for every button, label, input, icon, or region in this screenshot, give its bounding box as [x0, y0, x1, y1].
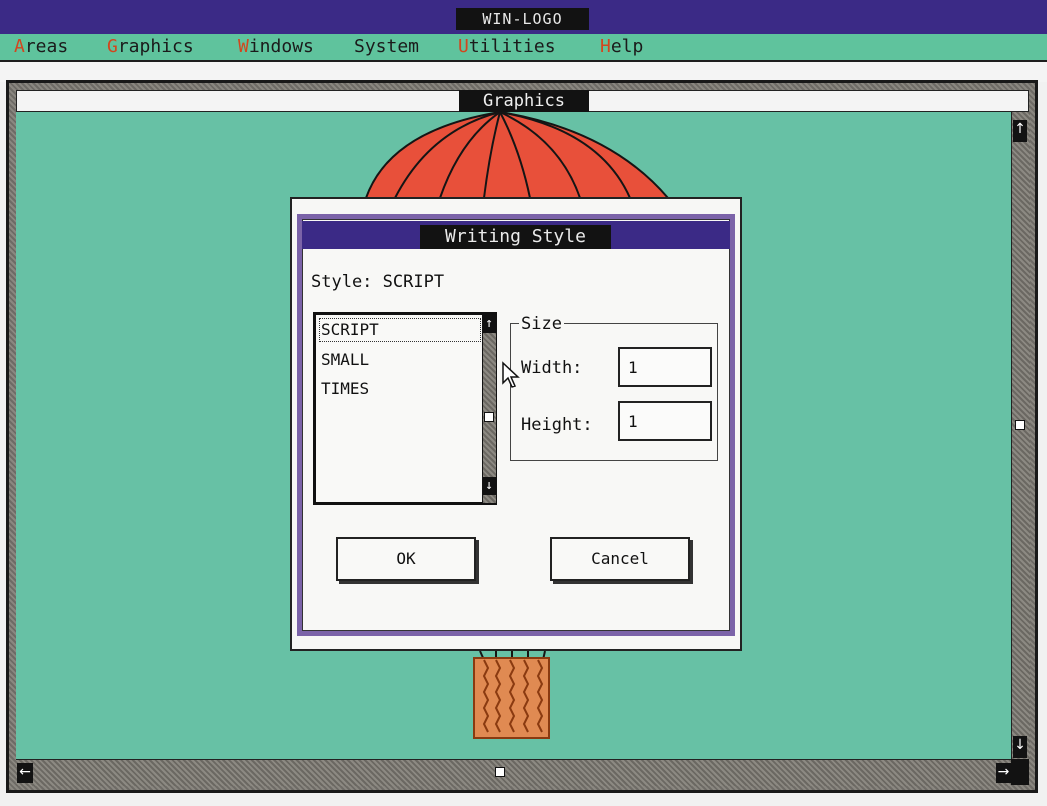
list-scroll-up-icon[interactable]: ↑ [482, 315, 496, 333]
menu-graphics[interactable]: Graphics [107, 37, 194, 57]
menu-utilities-accel: U [458, 36, 469, 57]
list-scroll-thumb[interactable] [484, 412, 494, 422]
graphics-vertical-scrollbar[interactable] [1011, 112, 1030, 759]
menu-windows-accel: W [238, 36, 249, 57]
vertical-scroll-thumb[interactable] [1015, 420, 1025, 430]
scroll-down-icon[interactable]: ↓ [1013, 736, 1027, 758]
horizontal-scroll-thumb[interactable] [495, 767, 505, 777]
menu-windows[interactable]: Windows [238, 37, 314, 57]
menu-help[interactable]: Help [600, 37, 643, 57]
mouse-pointer-icon [502, 361, 520, 388]
scroll-left-icon[interactable]: ← [17, 763, 33, 783]
dialog-titlebar[interactable]: Writing Style [302, 221, 730, 249]
menu-graphics-label: raphics [117, 36, 194, 57]
menu-graphics-accel: G [107, 36, 118, 57]
menu-utilities[interactable]: Utilities [458, 37, 556, 57]
menu-system-label: System [354, 36, 420, 57]
size-group-label: Size [519, 314, 564, 334]
dialog-title: Writing Style [420, 225, 611, 249]
height-field[interactable] [618, 401, 712, 441]
menu-help-label: elp [610, 36, 644, 57]
style-option-small[interactable]: SMALL [321, 350, 369, 370]
style-listbox[interactable] [313, 312, 497, 505]
list-scroll-down-icon[interactable]: ↓ [482, 477, 496, 495]
height-label: Height: [521, 415, 593, 435]
scroll-right-icon[interactable]: → [996, 763, 1011, 783]
graphics-window-titlebar[interactable]: Graphics [16, 90, 1029, 112]
style-option-script[interactable]: SCRIPT [319, 318, 481, 342]
graphics-horizontal-scrollbar[interactable] [16, 759, 1011, 786]
menu-bar: Areas Graphics Windows System Utilities … [0, 34, 1047, 62]
menu-utilities-label: tilities [468, 36, 556, 57]
scroll-up-icon[interactable]: ↑ [1013, 120, 1027, 142]
menu-windows-label: indows [248, 36, 314, 57]
current-style-label: Style: SCRIPT [311, 272, 445, 292]
width-label: Width: [521, 358, 583, 378]
menu-system[interactable]: System [354, 37, 419, 57]
app-title: WIN-LOGO [456, 8, 589, 30]
style-list-scrollbar[interactable] [482, 315, 496, 503]
graphics-window-title: Graphics [459, 90, 589, 112]
workspace-strip [0, 62, 1047, 82]
menu-areas[interactable]: Areas [14, 37, 68, 57]
resize-corner-icon[interactable] [1011, 759, 1029, 785]
style-option-times[interactable]: TIMES [321, 379, 369, 399]
menu-areas-accel: A [14, 36, 25, 57]
ok-button[interactable]: OK [336, 537, 476, 581]
menu-help-accel: H [600, 36, 611, 57]
width-field[interactable] [618, 347, 712, 387]
menu-areas-label: reas [24, 36, 69, 57]
cancel-button[interactable]: Cancel [550, 537, 690, 581]
app-titlebar: WIN-LOGO [0, 0, 1047, 34]
